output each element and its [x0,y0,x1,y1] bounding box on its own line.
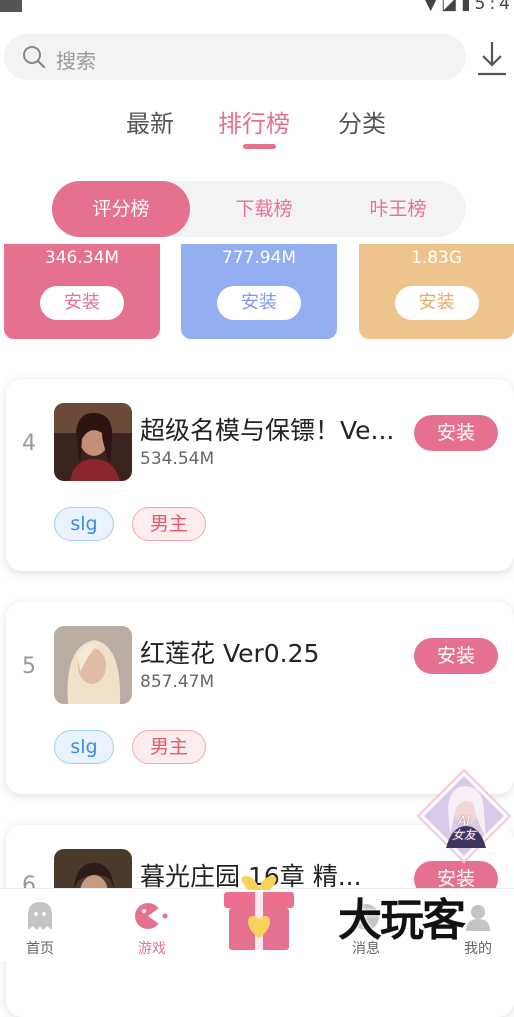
game-size: 857.47M [140,672,215,692]
tag-genre[interactable]: slg [54,730,114,764]
search-icon [23,46,46,69]
segment-download[interactable]: 下载榜 [204,181,324,237]
download-icon[interactable] [474,38,510,78]
nav-games[interactable]: 游戏 [112,889,192,962]
wifi-icon: ▼ [424,0,442,14]
search-row: 搜索 [4,34,510,82]
tag-genre[interactable]: slg [54,507,114,541]
rank-number: 5 [22,654,36,679]
watermark: 大玩客 [338,895,466,946]
game-size: 534.54M [140,449,215,469]
top-card-3[interactable]: 1.83G 安装 [359,244,514,339]
tab-ranking[interactable]: 排行榜 [218,104,290,139]
install-button[interactable]: 安装 [414,638,498,674]
tag-protagonist[interactable]: 男主 [132,507,206,541]
search-placeholder: 搜索 [56,49,96,73]
install-button[interactable]: 安装 [394,286,479,320]
ranking-segment: 评分榜 下载榜 咔王榜 [52,181,466,237]
game-thumbnail [54,403,132,481]
top-card-1[interactable]: 346.34M 安装 [4,244,160,339]
tag-protagonist[interactable]: 男主 [132,730,206,764]
tab-latest[interactable]: 最新 [126,104,174,139]
signal-icon: ◪ [441,0,462,14]
segment-rating[interactable]: 评分榜 [52,181,190,237]
ai-girlfriend-badge[interactable]: AI 女友 [416,768,512,864]
install-button[interactable]: 安装 [40,286,124,320]
top-card-size: 1.83G [410,248,463,268]
status-bar: ▼◪▮5:4 [0,0,514,22]
search-input[interactable]: 搜索 [4,34,466,80]
status-icons: ▼◪▮5:4 [424,0,514,14]
list-item[interactable]: 5 红莲花 Ver0.25 857.47M 安装 slg 男主 [6,602,514,794]
ai-badge-line2: 女友 [451,828,476,842]
ai-badge-line1: AI [458,814,470,828]
segment-kawang[interactable]: 咔王榜 [342,181,454,237]
top-card-size: 777.94M [221,248,297,268]
notification-icon [0,0,22,12]
install-button[interactable]: 安装 [414,415,498,451]
gift-icon[interactable] [222,872,296,952]
top-card-size: 346.34M [44,248,120,268]
rank-number: 4 [22,431,36,456]
ghost-icon [28,902,52,930]
user-icon [466,905,490,931]
tab-indicator [243,144,276,149]
list-item[interactable]: 4 超级名模与保镖！Ve... 534.54M 安装 slg 男主 [6,379,514,571]
game-title[interactable]: 超级名模与保镖！Ve... [140,411,415,447]
nav-label: 游戏 [138,941,166,957]
top-card-2[interactable]: 777.94M 安装 [181,244,337,339]
game-thumbnail [54,626,132,704]
install-button[interactable]: 安装 [217,286,301,320]
nav-home[interactable]: 首页 [0,889,80,962]
gamepad-icon [135,903,168,929]
nav-label: 首页 [26,941,54,957]
tab-category[interactable]: 分类 [338,104,386,139]
top-ranking-cards: 346.34M 安装 777.94M 安装 1.83G 安装 [0,244,514,340]
status-time: 5:4 [474,0,514,14]
battery-icon: ▮ [461,0,475,14]
game-title[interactable]: 红莲花 Ver0.25 [140,634,415,670]
